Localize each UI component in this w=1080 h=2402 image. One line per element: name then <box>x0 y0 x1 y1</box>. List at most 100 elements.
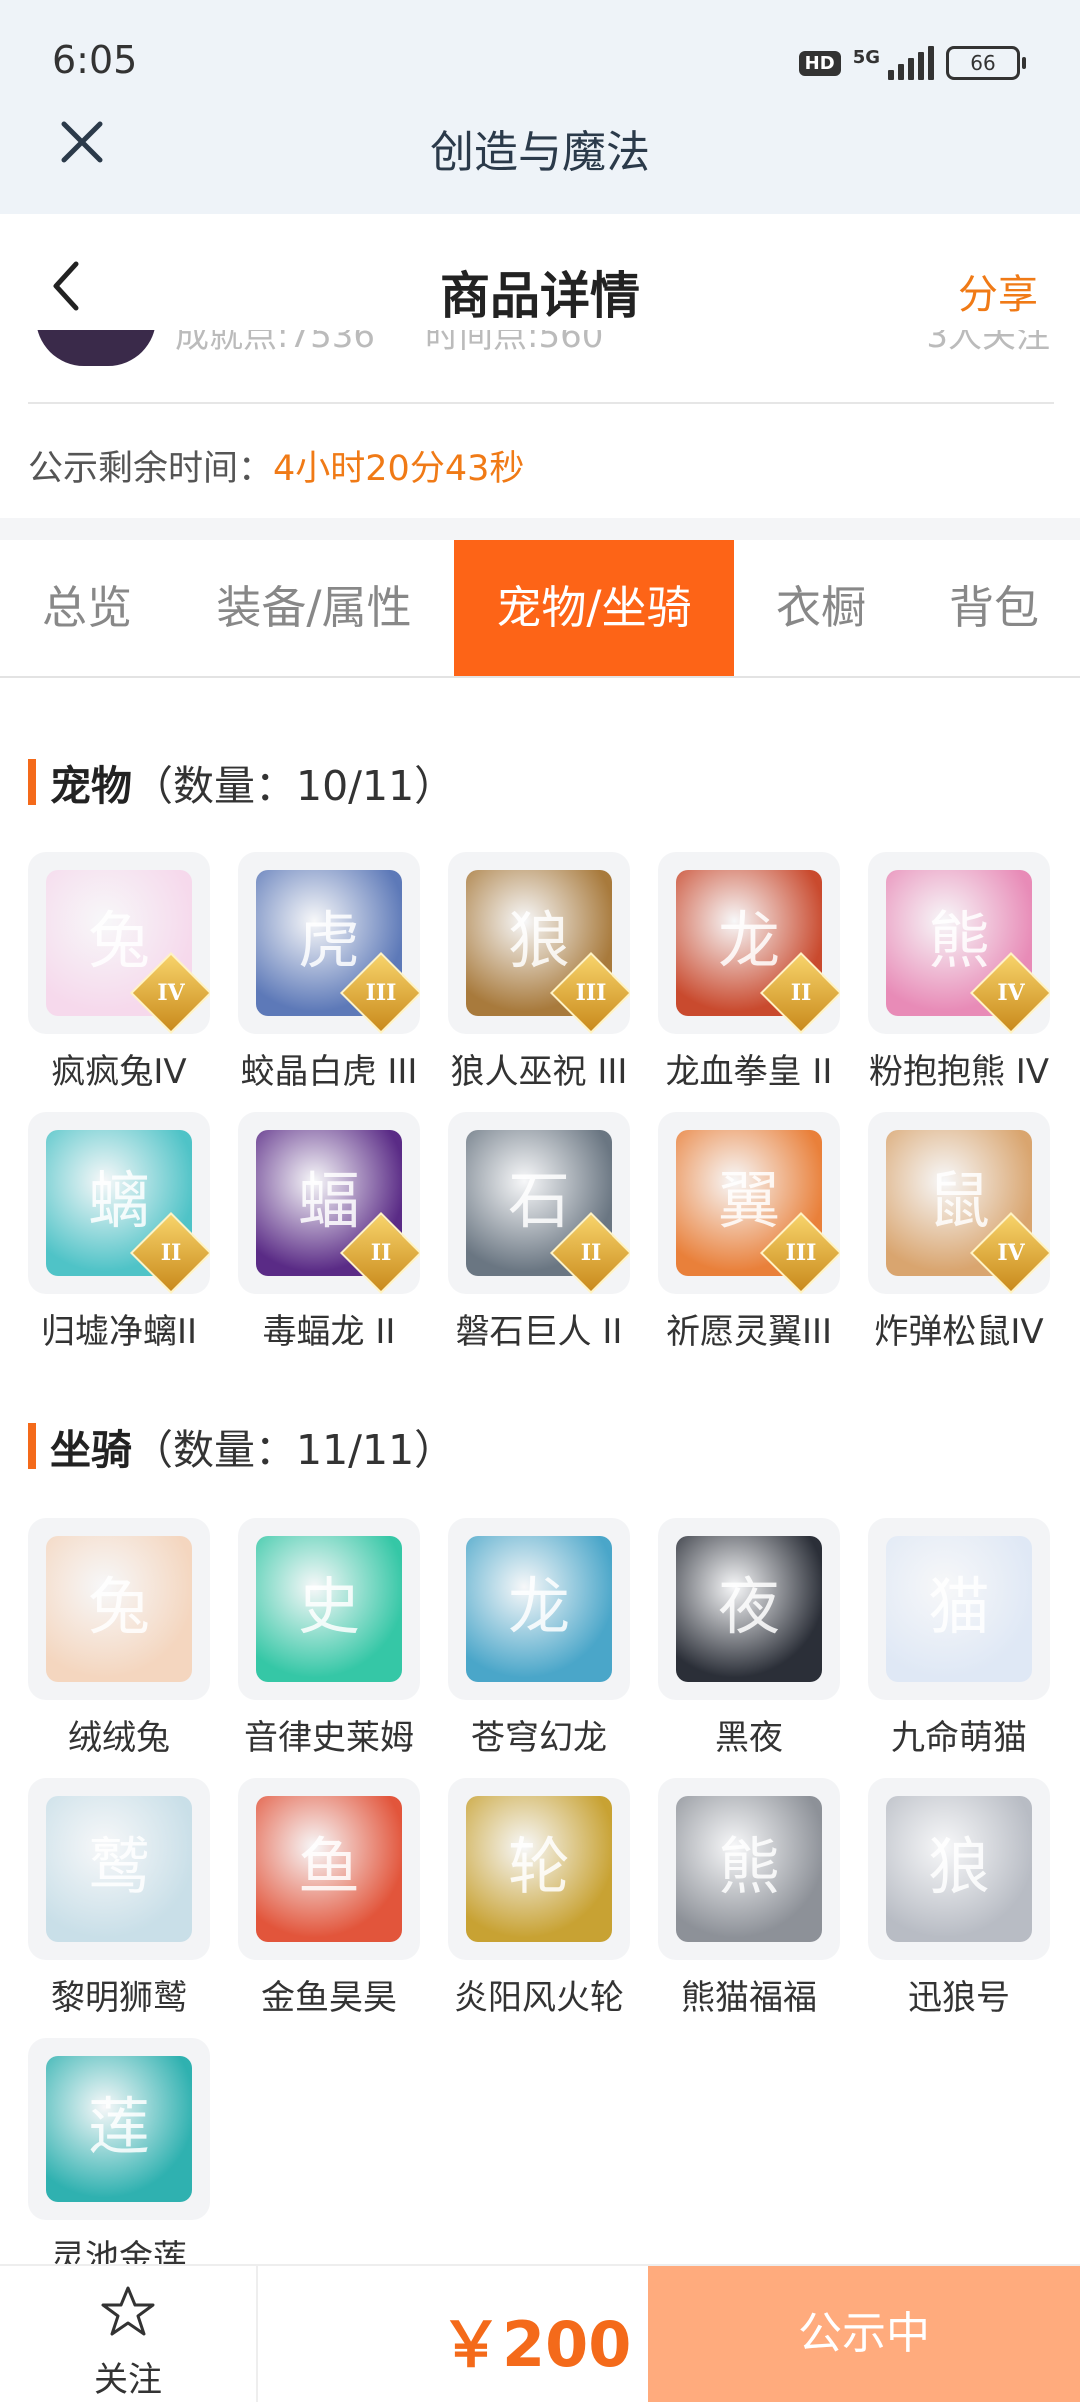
section-gap <box>0 518 1080 540</box>
signal-icon: 5G <box>853 46 934 80</box>
mount-name: 绒绒兔 <box>68 1718 170 1758</box>
app-bar: 创造与魔法 <box>0 88 1080 214</box>
tier-label: II <box>160 1240 182 1266</box>
mount-item[interactable]: 鹫黎明狮鹫 <box>14 1778 224 2019</box>
pet-item[interactable]: 兔 IV 疯疯兔IV <box>14 852 224 1093</box>
public-status-button[interactable]: 公示中 <box>648 2266 1080 2402</box>
pet-name: 龙血拳皇 II <box>665 1052 833 1092</box>
pets-count: （数量：10/11） <box>132 762 456 810</box>
avatar <box>36 330 156 366</box>
tier-label: IV <box>997 980 1025 1006</box>
pet-name: 蛟晶白虎 III <box>240 1052 418 1092</box>
pet-item[interactable]: 鼠 IV 炸弹松鼠IV <box>854 1112 1064 1353</box>
page-title: 商品详情 <box>440 267 640 325</box>
mount-item[interactable]: 夜黑夜 <box>644 1518 854 1759</box>
pet-item[interactable]: 龙 II 龙血拳皇 II <box>644 852 854 1093</box>
mount-name: 黎明狮鹫 <box>51 1978 187 2018</box>
bottom-action-bar: 关注 ￥200 公示中 <box>0 2264 1080 2402</box>
mount-image-glyph: 鱼 <box>297 1830 360 1903</box>
status-time: 6:05 <box>52 38 138 82</box>
hd-icon: HD <box>798 50 841 76</box>
mount-item[interactable]: 狼迅狼号 <box>854 1778 1064 2019</box>
divider <box>28 402 1054 404</box>
pet-item[interactable]: 蝠 II 毒蝠龙 II <box>224 1112 434 1353</box>
mount-image-glyph: 狼 <box>927 1830 990 1903</box>
pet-thumbnail: 熊 IV <box>868 852 1050 1034</box>
pet-thumbnail: 龙 II <box>658 852 840 1034</box>
mount-name: 音律史莱姆 <box>244 1718 414 1758</box>
mounts-section-title: 坐骑 （数量：11/11） <box>28 1416 455 1476</box>
mount-item[interactable]: 莲灵池金莲 <box>14 2038 224 2279</box>
pet-item[interactable]: 石 II 磐石巨人 II <box>434 1112 644 1353</box>
mount-item[interactable]: 鱼金鱼昊昊 <box>224 1778 434 2019</box>
follow-button[interactable]: 关注 <box>0 2266 258 2402</box>
pet-item[interactable]: 熊 IV 粉抱抱熊 IV <box>854 852 1064 1093</box>
pet-item[interactable]: 螭 II 归墟净螭II <box>14 1112 224 1353</box>
mount-image-glyph: 夜 <box>717 1570 780 1643</box>
mount-thumbnail: 夜 <box>658 1518 840 1700</box>
mount-thumbnail: 熊 <box>658 1778 840 1960</box>
mount-item[interactable]: 轮炎阳风火轮 <box>434 1778 644 2019</box>
mount-thumbnail: 兔 <box>28 1518 210 1700</box>
tab-backpack[interactable]: 背包 <box>908 540 1080 676</box>
mount-image-glyph: 兔 <box>87 1570 150 1643</box>
mounts-title: 坐骑 <box>50 1426 132 1474</box>
pet-item[interactable]: 翼 III 祈愿灵翼III <box>644 1112 854 1353</box>
pet-name: 炸弹松鼠IV <box>874 1312 1044 1352</box>
mount-name: 金鱼昊昊 <box>261 1978 397 2018</box>
pet-item[interactable]: 狼 III 狼人巫祝 III <box>434 852 644 1093</box>
pet-name: 磐石巨人 II <box>455 1312 623 1352</box>
tier-label: III <box>575 980 607 1006</box>
mount-thumbnail: 鱼 <box>238 1778 420 1960</box>
pet-name: 粉抱抱熊 IV <box>868 1052 1050 1092</box>
time-points: 时间点:560 <box>425 330 604 356</box>
mount-thumbnail: 鹫 <box>28 1778 210 1960</box>
mount-item[interactable]: 猫九命萌猫 <box>854 1518 1064 1759</box>
countdown-row: 公示剩余时间：4小时20分43秒 <box>28 440 524 491</box>
mount-thumbnail: 龙 <box>448 1518 630 1700</box>
mount-thumbnail: 狼 <box>868 1778 1050 1960</box>
pet-thumbnail: 石 II <box>448 1112 630 1294</box>
mount-name: 熊猫福福 <box>681 1978 817 2018</box>
tier-label: II <box>580 1240 602 1266</box>
mount-name: 黑夜 <box>715 1718 783 1758</box>
pet-name: 狼人巫祝 III <box>450 1052 628 1092</box>
mount-item[interactable]: 龙苍穹幻龙 <box>434 1518 644 1759</box>
pet-thumbnail: 兔 IV <box>28 852 210 1034</box>
mount-image-glyph: 莲 <box>87 2090 150 2163</box>
countdown-value: 4小时20分43秒 <box>273 449 525 489</box>
price: ￥200 <box>440 2308 632 2381</box>
mount-item[interactable]: 熊熊猫福福 <box>644 1778 854 2019</box>
mount-image-glyph: 猫 <box>927 1570 990 1643</box>
tab-pets-mounts[interactable]: 宠物/坐骑 <box>454 540 734 676</box>
mount-name: 迅狼号 <box>908 1978 1010 2018</box>
tab-wardrobe[interactable]: 衣橱 <box>734 540 908 676</box>
pet-thumbnail: 蝠 II <box>238 1112 420 1294</box>
app-title: 创造与魔法 <box>430 127 650 178</box>
tier-label: IV <box>997 1240 1025 1266</box>
battery-icon: 66 <box>946 46 1026 80</box>
pet-thumbnail: 虎 III <box>238 852 420 1034</box>
mount-image-glyph: 轮 <box>507 1830 570 1903</box>
mount-image-glyph: 龙 <box>507 1570 570 1643</box>
tab-equipment[interactable]: 装备/属性 <box>174 540 454 676</box>
tab-overview[interactable]: 总览 <box>0 540 174 676</box>
mount-item[interactable]: 兔绒绒兔 <box>14 1518 224 1759</box>
pet-name: 祈愿灵翼III <box>665 1312 833 1352</box>
detail-tabs: 总览 装备/属性 宠物/坐骑 衣橱 背包 <box>0 540 1080 678</box>
tier-label: III <box>365 980 397 1006</box>
pet-name: 毒蝠龙 II <box>262 1312 396 1352</box>
mount-image-glyph: 熊 <box>717 1830 780 1903</box>
mount-thumbnail: 史 <box>238 1518 420 1700</box>
mount-name: 九命萌猫 <box>891 1718 1027 1758</box>
pet-thumbnail: 翼 III <box>658 1112 840 1294</box>
follow-label: 关注 <box>94 2360 162 2400</box>
mount-item[interactable]: 史音律史莱姆 <box>224 1518 434 1759</box>
pets-section-title: 宠物 （数量：10/11） <box>28 752 455 812</box>
countdown-label: 公示剩余时间： <box>28 449 274 489</box>
tier-label: II <box>370 1240 392 1266</box>
pet-item[interactable]: 虎 III 蛟晶白虎 III <box>224 852 434 1093</box>
pet-thumbnail: 狼 III <box>448 852 630 1034</box>
share-button[interactable]: 分享 <box>958 262 1038 320</box>
tier-label: II <box>790 980 812 1006</box>
